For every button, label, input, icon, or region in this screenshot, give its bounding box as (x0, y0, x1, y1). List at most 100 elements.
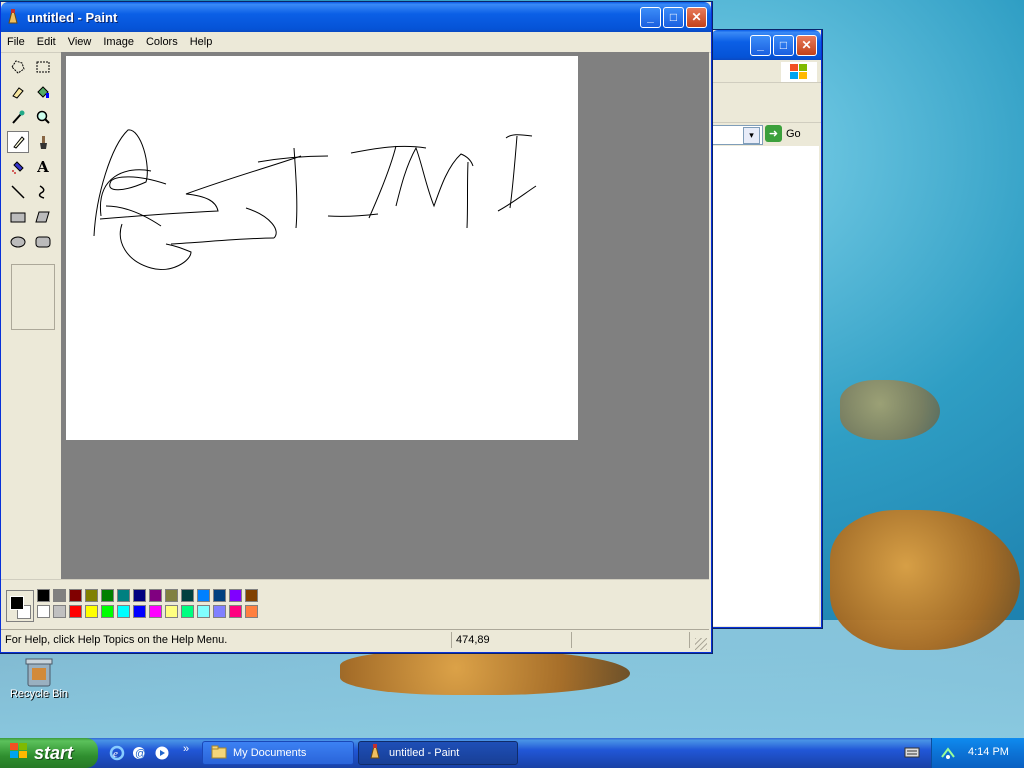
menu-edit[interactable]: Edit (31, 36, 62, 48)
color-swatch[interactable] (229, 605, 242, 618)
color-swatch[interactable] (213, 605, 226, 618)
drawing-canvas[interactable] (66, 56, 578, 440)
status-separator (689, 632, 690, 648)
color-swatch[interactable] (101, 605, 114, 618)
menu-view[interactable]: View (62, 36, 98, 48)
paint-titlebar[interactable]: untitled - Paint _ □ ✕ (1, 2, 711, 32)
explorer-content (711, 146, 819, 626)
minimize-button[interactable]: _ (750, 34, 771, 56)
explorer-address-bar: ▾ ➜ Go (711, 122, 821, 147)
tool-options-box[interactable] (11, 264, 55, 330)
color-swatch[interactable] (133, 589, 146, 602)
task-paint[interactable]: untitled - Paint (358, 741, 518, 765)
brush-tool[interactable] (32, 131, 54, 153)
menu-file[interactable]: File (1, 36, 31, 48)
minimize-button[interactable]: _ (640, 6, 661, 28)
magnifier-tool[interactable] (32, 106, 54, 128)
status-coordinates: 474,89 (456, 634, 490, 646)
line-tool[interactable] (7, 181, 29, 203)
color-swatch[interactable] (213, 589, 226, 602)
color-swatch[interactable] (197, 589, 210, 602)
network-icon[interactable] (940, 745, 956, 764)
color-swatch[interactable] (197, 605, 210, 618)
maximize-button[interactable]: □ (773, 34, 794, 56)
paint-body: A For Help, click Help Topics on the Hel… (1, 52, 711, 652)
wallpaper-starfish (340, 650, 630, 695)
go-label: Go (786, 127, 801, 140)
foreground-color-swatch (10, 596, 24, 610)
menu-help[interactable]: Help (184, 36, 219, 48)
rectangle-tool[interactable] (7, 206, 29, 228)
color-swatch[interactable] (149, 605, 162, 618)
address-dropdown-button[interactable]: ▾ (743, 127, 760, 144)
menu-image[interactable]: Image (97, 36, 140, 48)
color-swatch[interactable] (85, 605, 98, 618)
close-button[interactable]: ✕ (796, 34, 817, 56)
paint-window[interactable]: untitled - Paint _ □ ✕ File Edit View Im… (0, 2, 712, 653)
color-picker-tool[interactable] (7, 106, 29, 128)
toolbox: A (3, 54, 59, 580)
color-swatch[interactable] (101, 589, 114, 602)
svg-text:@: @ (135, 748, 146, 760)
color-swatch[interactable] (245, 605, 258, 618)
close-button[interactable]: ✕ (686, 6, 707, 28)
recycle-bin-shortcut[interactable]: Recycle Bin (8, 656, 70, 700)
paint-app-icon (5, 9, 21, 25)
ellipse-tool[interactable] (7, 231, 29, 253)
color-swatch[interactable] (229, 589, 242, 602)
color-swatch[interactable] (181, 605, 194, 618)
current-colors-indicator[interactable] (6, 590, 34, 622)
airbrush-tool[interactable] (7, 156, 29, 178)
internet-explorer-icon[interactable]: e (108, 744, 126, 762)
color-palette (1, 579, 709, 630)
color-swatch[interactable] (69, 605, 82, 618)
color-swatch[interactable] (53, 605, 66, 618)
polygon-tool[interactable] (32, 206, 54, 228)
fill-bucket-tool[interactable] (32, 81, 54, 103)
color-swatch[interactable] (117, 605, 130, 618)
color-swatch[interactable] (117, 589, 130, 602)
taskbar: start e @ » My Documents untitled - Pain… (0, 738, 1024, 768)
color-swatch[interactable] (37, 605, 50, 618)
keyboard-language-icon[interactable] (904, 745, 920, 759)
go-button[interactable]: ➜ Go (765, 125, 801, 142)
color-swatch[interactable] (53, 589, 66, 602)
rounded-rectangle-tool[interactable] (32, 231, 54, 253)
eraser-tool[interactable] (7, 81, 29, 103)
text-tool[interactable]: A (32, 156, 54, 178)
resize-grip[interactable] (695, 638, 707, 650)
explorer-window[interactable]: _ □ ✕ ▾ ➜ Go (710, 30, 822, 628)
paint-app-icon (367, 743, 383, 763)
recycle-bin-icon (24, 656, 54, 688)
curve-tool[interactable] (32, 181, 54, 203)
menu-bar: File Edit View Image Colors Help (1, 32, 711, 53)
svg-text:e: e (113, 748, 118, 760)
color-swatch[interactable] (85, 589, 98, 602)
status-separator (571, 632, 572, 648)
color-swatch[interactable] (133, 605, 146, 618)
menu-colors[interactable]: Colors (140, 36, 184, 48)
explorer-toolbar (711, 82, 821, 123)
color-swatch[interactable] (245, 589, 258, 602)
wallpaper-starfish (830, 510, 1020, 650)
color-swatch[interactable] (69, 589, 82, 602)
quick-launch-more-icon[interactable]: » (177, 740, 195, 758)
canvas-drawing (93, 129, 537, 270)
clock[interactable]: 4:14 PM (968, 746, 1009, 758)
maximize-button[interactable]: □ (663, 6, 684, 28)
status-bar: For Help, click Help Topics on the Help … (1, 629, 709, 652)
color-swatch[interactable] (165, 605, 178, 618)
start-button[interactable]: start (0, 738, 98, 768)
pencil-tool[interactable] (7, 131, 29, 153)
task-my-documents[interactable]: My Documents (202, 741, 354, 765)
media-player-icon[interactable] (153, 744, 171, 762)
color-swatch[interactable] (37, 589, 50, 602)
start-label: start (34, 742, 74, 763)
color-swatch[interactable] (165, 589, 178, 602)
color-swatch[interactable] (149, 589, 162, 602)
free-form-select-tool[interactable] (7, 56, 29, 78)
color-swatch[interactable] (181, 589, 194, 602)
outlook-express-icon[interactable]: @ (130, 744, 148, 762)
explorer-titlebar[interactable]: _ □ ✕ (711, 30, 821, 60)
select-tool[interactable] (32, 56, 54, 78)
